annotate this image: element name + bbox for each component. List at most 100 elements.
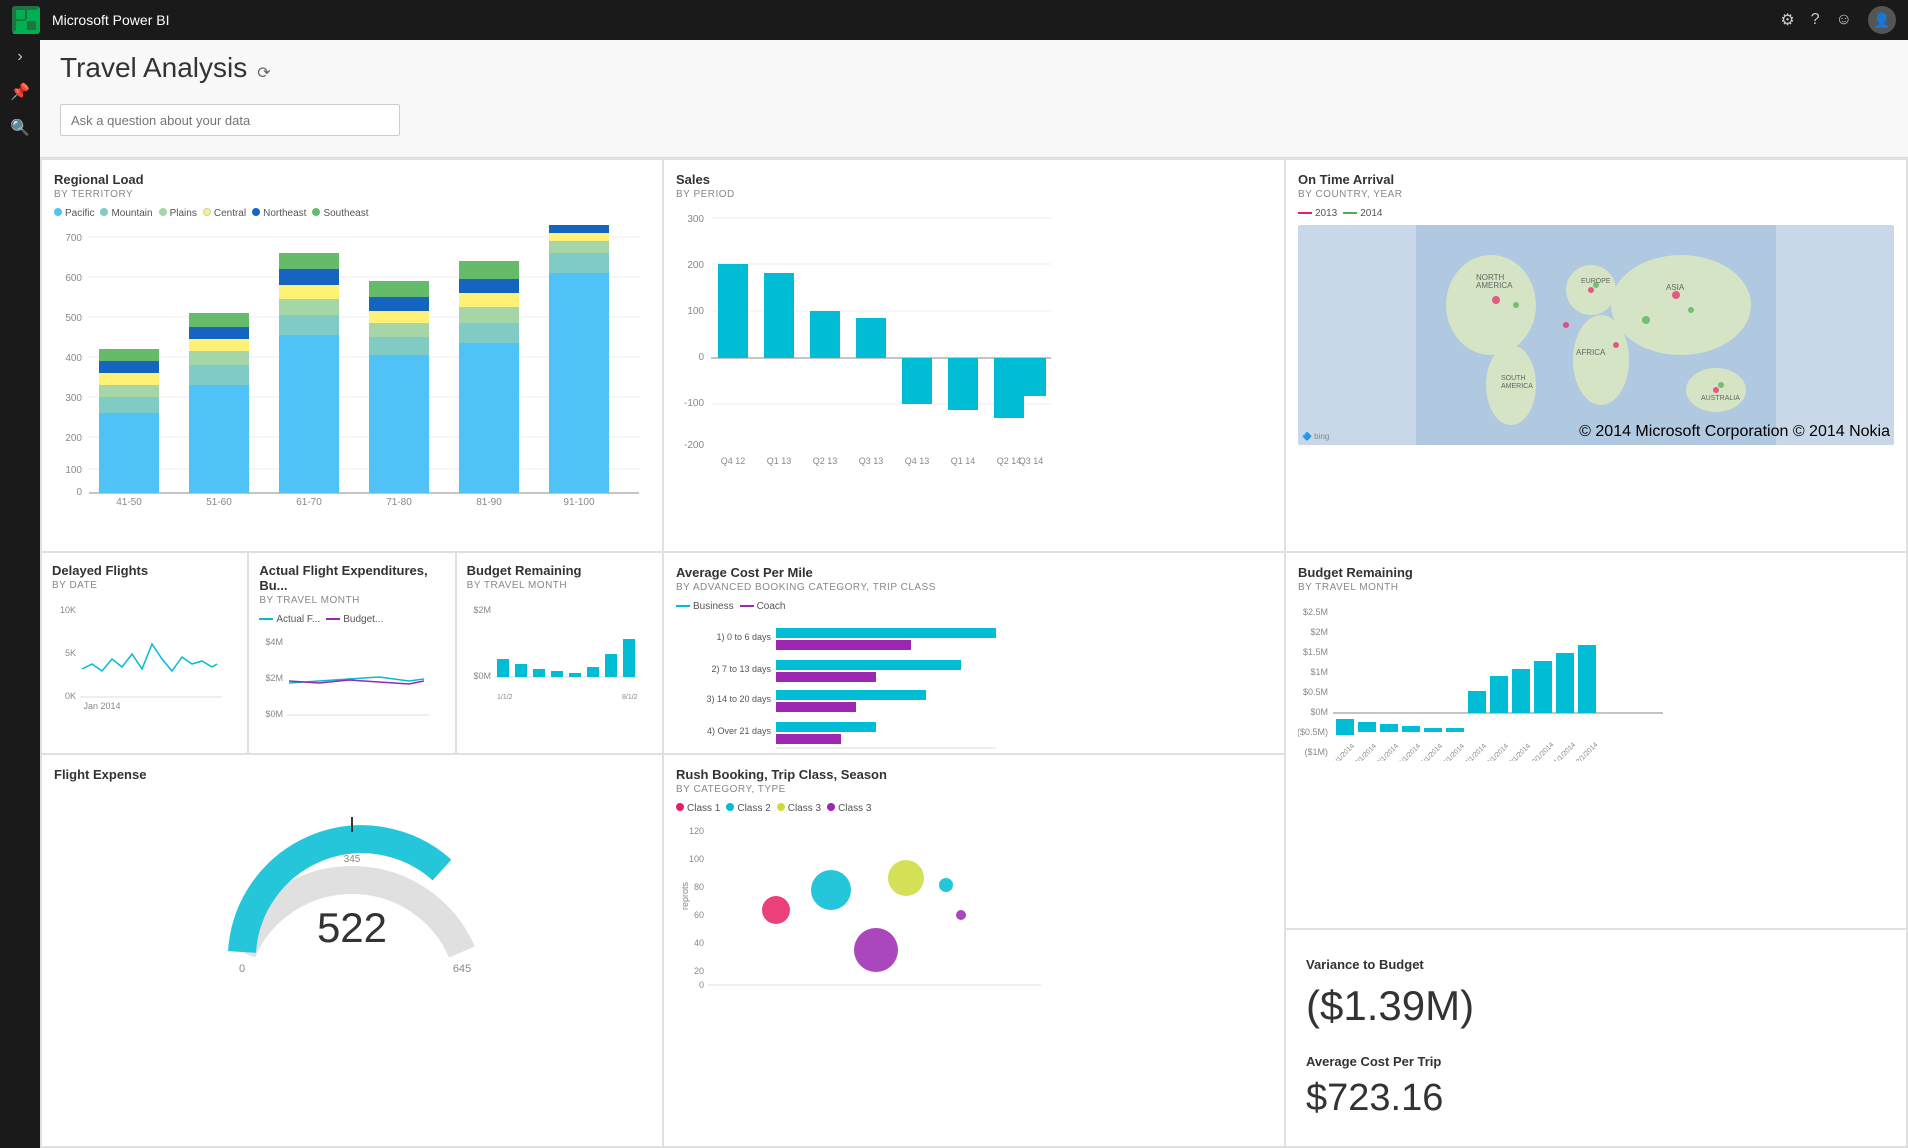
budget-remaining-small-card: Budget Remaining BY TRAVEL MONTH $2M $0M… [457, 553, 662, 753]
gauge-chart: 522 0 645 345 [212, 802, 492, 972]
regional-load-chart: 700 600 500 400 300 200 100 0 [54, 225, 644, 505]
delayed-subtitle: BY DATE [52, 580, 237, 591]
svg-text:$2.5M: $2.5M [1303, 607, 1328, 617]
delayed-chart: 10K 5K 0K Jan 2014 [52, 599, 227, 709]
budget-small-chart: $2M $0M 1/1/2 8/1/2 [467, 599, 642, 709]
svg-text:400: 400 [65, 353, 82, 364]
budget-main-chart: $2.5M $2M $1.5M $1M $0.5M $0M ($0.5M) ($… [1298, 601, 1668, 761]
regional-load-title: Regional Load [54, 172, 650, 187]
topbar-actions: ⚙ ? ☺ 👤 [1780, 6, 1896, 34]
svg-text:91-100: 91-100 [563, 497, 595, 505]
header: Travel Analysis ⟳ [40, 40, 1908, 158]
svg-text:345: 345 [344, 854, 361, 865]
svg-text:200: 200 [65, 433, 82, 444]
svg-text:1/1/2014: 1/1/2014 [1332, 743, 1356, 761]
svg-text:4/1/2014: 4/1/2014 [1398, 743, 1422, 761]
svg-text:AMERICA: AMERICA [1476, 281, 1513, 290]
svg-text:$0M: $0M [473, 671, 491, 681]
svg-text:500: 500 [65, 313, 82, 324]
rush-subtitle: BY CATEGORY, TYPE [676, 784, 1272, 795]
svg-text:9/1/2014: 9/1/2014 [1508, 743, 1532, 761]
svg-text:Q4 12: Q4 12 [721, 456, 746, 466]
svg-text:20: 20 [694, 966, 704, 976]
budget-main-card: Budget Remaining BY TRAVEL MONTH $2.5M $… [1286, 553, 1906, 928]
svg-text:71-80: 71-80 [386, 497, 412, 505]
svg-text:Q3 13: Q3 13 [859, 456, 884, 466]
svg-text:$0.5M: $0.5M [1303, 687, 1328, 697]
delayed-title: Delayed Flights [52, 563, 237, 578]
svg-text:$0.50: $0.50 [985, 752, 1008, 753]
svg-text:-100: -100 [684, 398, 704, 409]
variance-value: ($1.39M) [1306, 982, 1886, 1030]
svg-text:$0.10: $0.10 [809, 752, 832, 753]
ontime-subtitle: BY COUNTRY, YEAR [1298, 189, 1894, 200]
actual-title: Actual Flight Expenditures, Bu... [259, 563, 444, 593]
svg-text:5K: 5K [65, 648, 76, 658]
svg-text:1/1/2: 1/1/2 [497, 694, 513, 701]
rush-title: Rush Booking, Trip Class, Season [676, 767, 1272, 782]
rush-chart: 120 100 80 60 40 20 0 reprots 20 3 [676, 820, 1056, 990]
regional-load-legend: Pacific Mountain Plains Central Northeas… [54, 208, 650, 219]
svg-text:51-60: 51-60 [206, 497, 232, 505]
svg-text:Q2 14: Q2 14 [997, 456, 1022, 466]
app-logo [12, 6, 40, 34]
svg-text:80: 80 [694, 882, 704, 892]
svg-text:$0.30: $0.30 [897, 752, 920, 753]
svg-text:$2M: $2M [473, 605, 491, 615]
qa-input[interactable] [60, 104, 400, 136]
svg-text:61-70: 61-70 [296, 497, 322, 505]
svg-text:11/1/2014: 11/1/2014 [1551, 742, 1578, 761]
actual-subtitle: BY TRAVEL MONTH [259, 595, 444, 606]
svg-text:120: 120 [689, 826, 704, 836]
svg-text:Q1 13: Q1 13 [767, 456, 792, 466]
sales-card: Sales BY PERIOD 300 200 100 0 -100 -200 [664, 160, 1284, 551]
gauge: 522 0 645 345 [54, 802, 650, 972]
budget-main-title: Budget Remaining [1298, 565, 1894, 580]
regional-load-subtitle: BY TERRITORY [54, 189, 650, 200]
search-icon[interactable]: 🔍 [10, 118, 30, 138]
ontime-card: On Time Arrival BY COUNTRY, YEAR 2013 20… [1286, 160, 1906, 551]
svg-text:3) 14 to 20 days: 3) 14 to 20 days [706, 694, 771, 704]
svg-text:10K: 10K [60, 605, 76, 615]
svg-text:AUSTRALIA: AUSTRALIA [1701, 395, 1740, 402]
svg-text:8/1/2014: 8/1/2014 [1486, 743, 1510, 761]
user-avatar[interactable]: 👤 [1868, 6, 1896, 34]
svg-text:522: 522 [317, 904, 387, 951]
smiley-icon[interactable]: ☺ [1836, 11, 1852, 29]
svg-text:Q2 13: Q2 13 [813, 456, 838, 466]
svg-text:2) 7 to 13 days: 2) 7 to 13 days [711, 664, 771, 674]
svg-text:100: 100 [687, 306, 704, 317]
svg-text:AMERICA: AMERICA [1501, 383, 1533, 390]
svg-text:645: 645 [453, 963, 471, 972]
svg-text:$1M: $1M [1310, 667, 1328, 677]
svg-text:SOUTH: SOUTH [1501, 375, 1526, 382]
avg-cost-trip-value: $723.16 [1306, 1077, 1886, 1120]
help-icon[interactable]: ? [1811, 11, 1820, 29]
svg-text:$0.00: $0.00 [765, 752, 788, 753]
budget-small-title: Budget Remaining [467, 563, 652, 578]
svg-text:6/1/2014: 6/1/2014 [1442, 743, 1466, 761]
svg-text:0: 0 [699, 980, 704, 990]
flight-title: Flight Expense [54, 767, 650, 782]
expand-icon[interactable]: › [17, 48, 22, 66]
svg-text:($1M): ($1M) [1304, 747, 1328, 757]
sales-chart: 300 200 100 0 -100 -200 Q4 12 Q1 13 Q2 1 [676, 208, 1056, 468]
svg-text:81-90: 81-90 [476, 497, 502, 505]
actual-expenditures-card: Actual Flight Expenditures, Bu... BY TRA… [249, 553, 454, 753]
svg-text:$2M: $2M [266, 673, 284, 683]
svg-text:8/1/2: 8/1/2 [622, 694, 638, 701]
svg-text:EUROPE: EUROPE [1581, 278, 1611, 285]
svg-text:0: 0 [76, 487, 82, 498]
avgcost-card: Average Cost Per Mile BY ADVANCED BOOKIN… [664, 553, 1284, 753]
svg-text:$0M: $0M [1310, 707, 1328, 717]
svg-text:5/1/2014: 5/1/2014 [1420, 743, 1444, 761]
pin-icon[interactable]: 📌 [10, 82, 30, 102]
main-content: Regional Load BY TERRITORY Pacific Mount… [40, 158, 1908, 1148]
avgcost-title: Average Cost Per Mile [676, 565, 1272, 580]
page-title: Travel Analysis [60, 52, 247, 84]
refresh-icon[interactable]: ⟳ [257, 63, 270, 83]
delayed-flights-card: Delayed Flights BY DATE 10K 5K 0K Jan 20… [42, 553, 247, 753]
settings-icon[interactable]: ⚙ [1780, 10, 1794, 30]
flight-expense-card: Flight Expense 522 0 645 345 [42, 755, 662, 1146]
svg-text:$0.40: $0.40 [941, 752, 964, 753]
